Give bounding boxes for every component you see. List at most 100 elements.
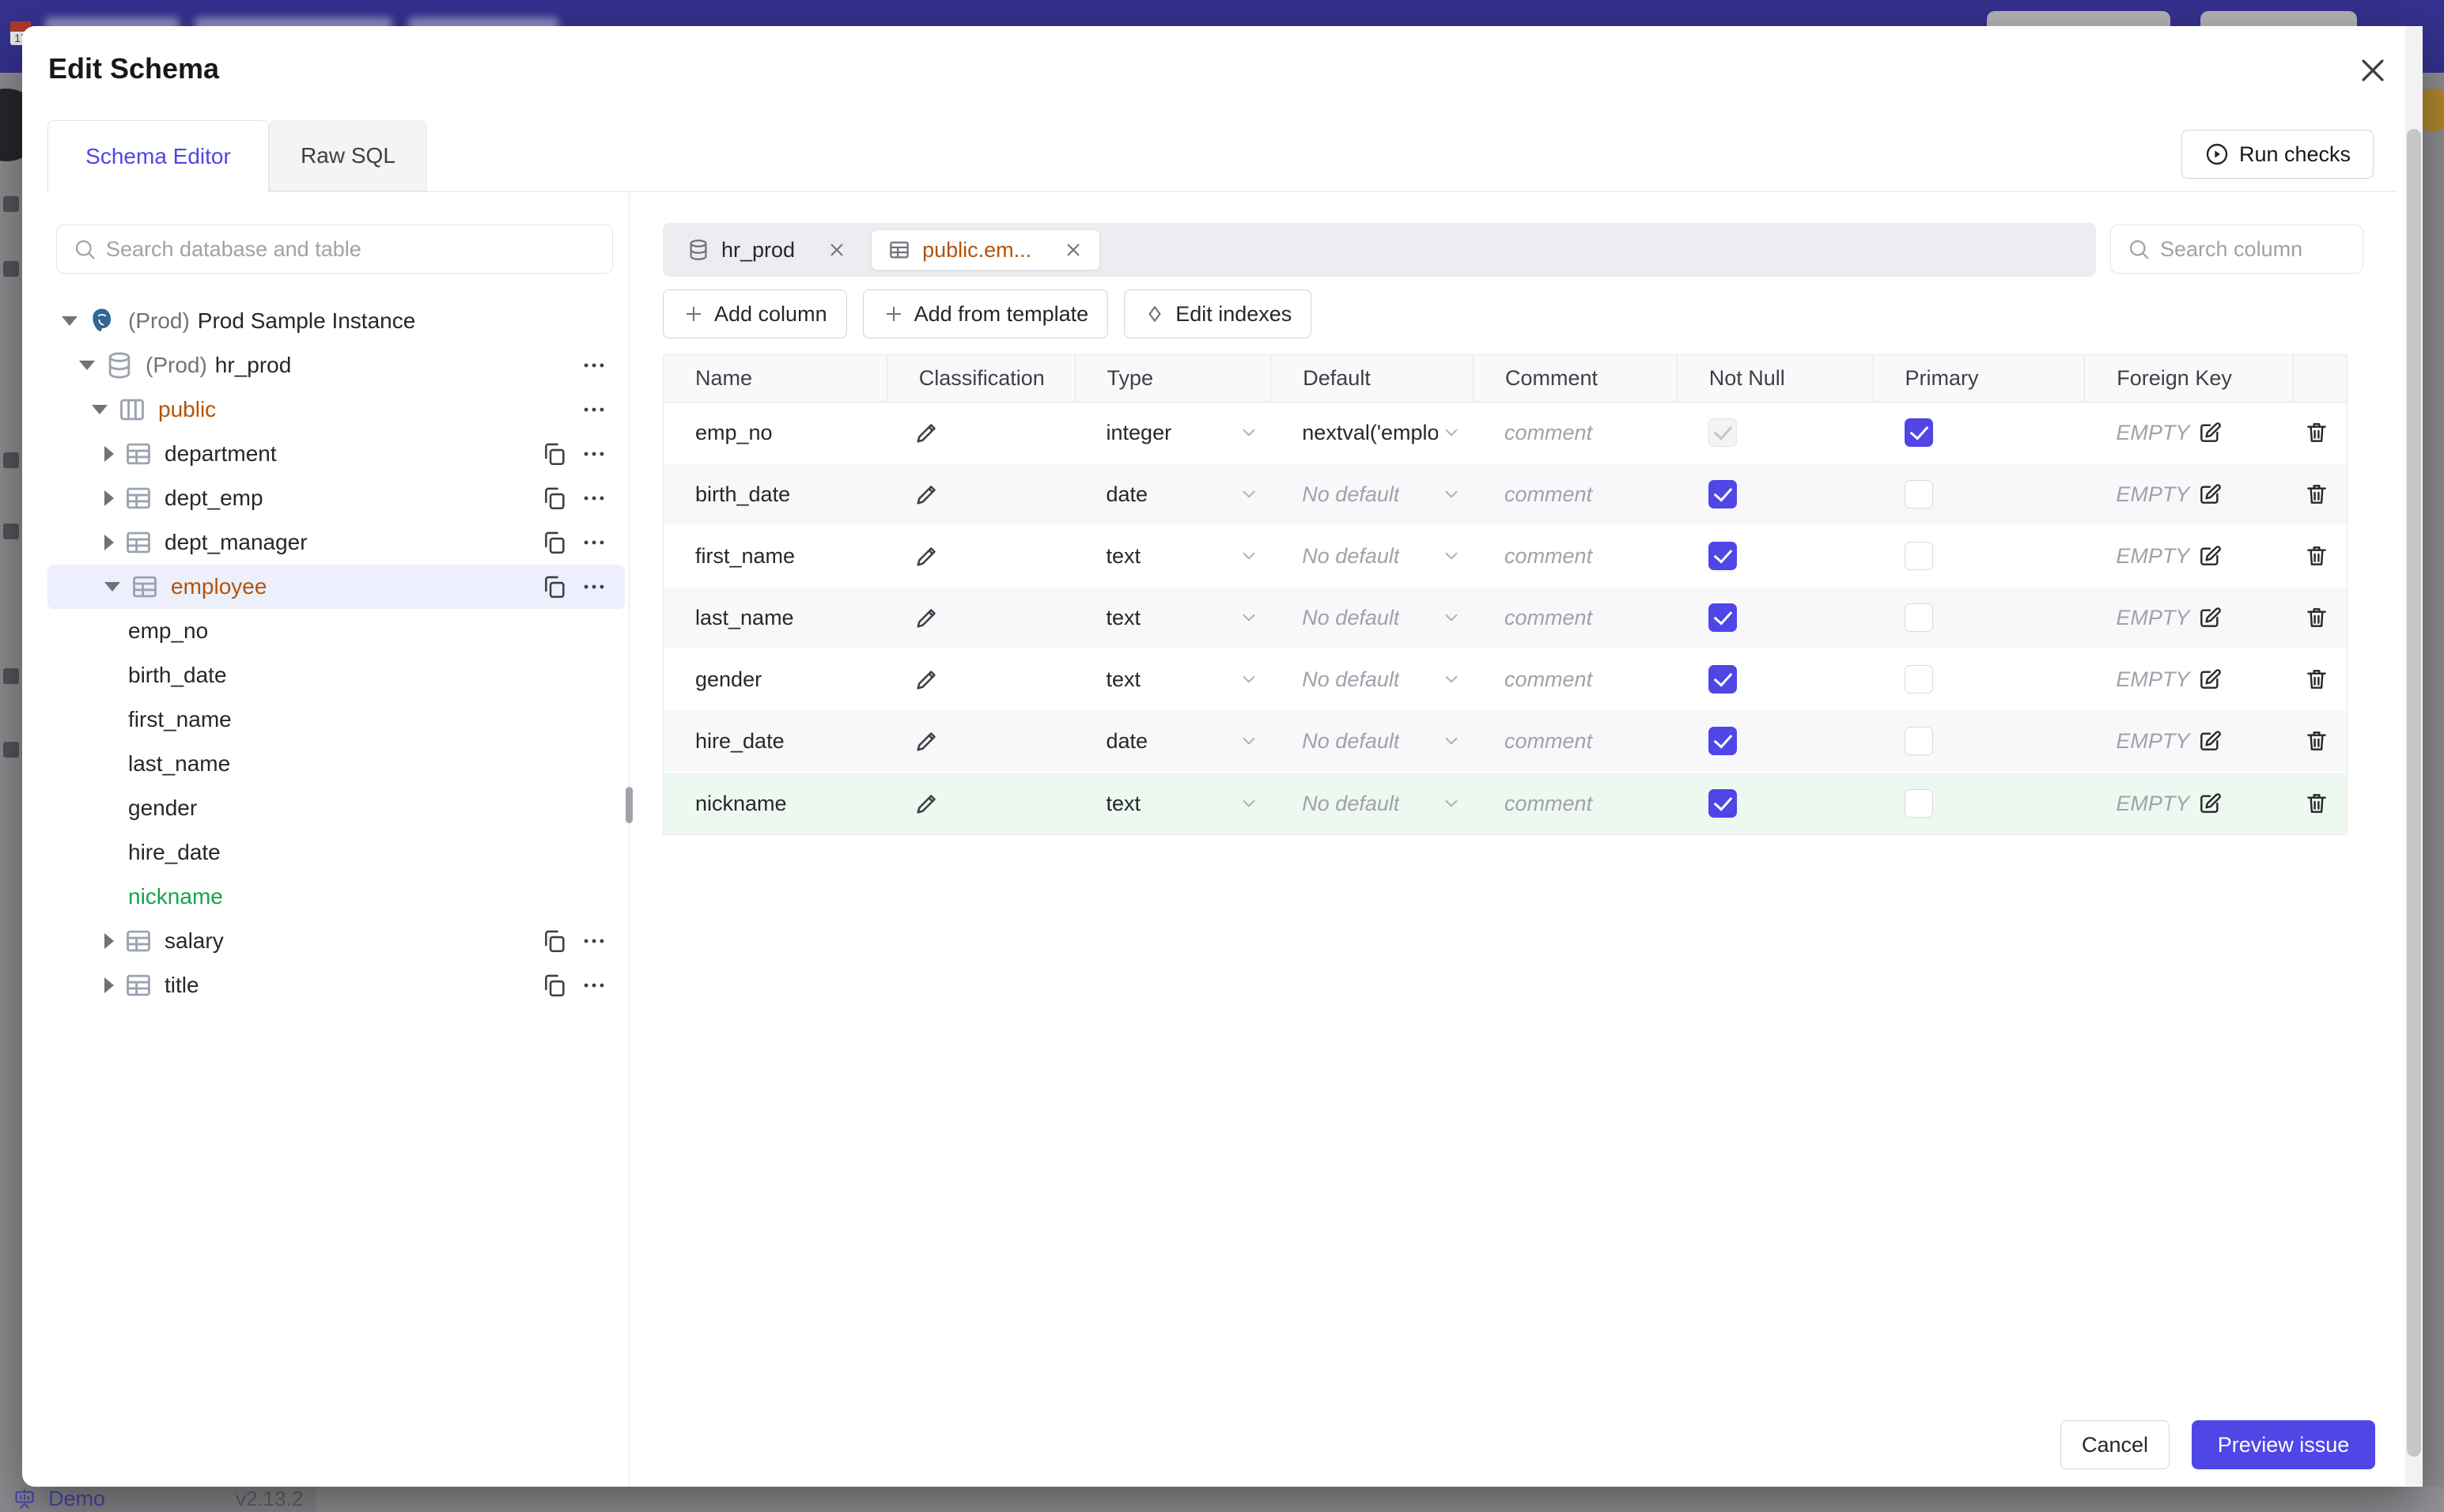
default-select[interactable]: No default [1270, 649, 1473, 709]
run-checks-button[interactable]: Run checks [2181, 130, 2374, 179]
comment-input[interactable]: comment [1473, 588, 1677, 648]
not-null-checkbox[interactable] [1708, 542, 1737, 570]
close-tab-icon[interactable] [827, 240, 847, 260]
more-options-icon[interactable] [581, 529, 607, 556]
close-icon[interactable] [2355, 53, 2390, 88]
tree-item-Prod Sample Instance[interactable]: (Prod) Prod Sample Instance [47, 299, 625, 343]
tree-item-department[interactable]: department [47, 432, 625, 476]
edit-foreign-key-icon[interactable] [2197, 420, 2223, 445]
edit-indexes-button[interactable]: Edit indexes [1124, 289, 1312, 338]
database-search-input[interactable] [106, 225, 604, 273]
default-select[interactable]: No default [1270, 773, 1473, 834]
column-name-cell[interactable]: birth_date [664, 464, 887, 524]
not-null-checkbox[interactable] [1708, 603, 1737, 632]
copy-icon[interactable] [541, 573, 568, 600]
tree-item-first_name[interactable]: first_name [47, 697, 625, 742]
more-options-icon[interactable] [581, 573, 607, 600]
close-tab-icon[interactable] [1063, 240, 1084, 260]
type-select[interactable]: text [1075, 526, 1271, 586]
panel-resize-handle[interactable] [626, 787, 633, 823]
default-select[interactable]: No default [1270, 588, 1473, 648]
tab-chip-hr-prod[interactable]: hr_prod [671, 229, 863, 270]
delete-column-icon[interactable] [2304, 728, 2329, 754]
column-name-cell[interactable]: nickname [664, 773, 887, 834]
type-select[interactable]: text [1075, 588, 1271, 648]
primary-checkbox[interactable] [1904, 542, 1933, 570]
primary-checkbox[interactable] [1904, 603, 1933, 632]
column-name-cell[interactable]: last_name [664, 588, 887, 648]
caret-down-icon[interactable] [79, 361, 95, 370]
tree-item-emp_no[interactable]: emp_no [47, 609, 625, 653]
edit-foreign-key-icon[interactable] [2197, 791, 2223, 816]
edit-foreign-key-icon[interactable] [2197, 482, 2223, 507]
copy-icon[interactable] [541, 928, 568, 954]
tree-item-salary[interactable]: salary [47, 919, 625, 963]
caret-down-icon[interactable] [92, 405, 108, 414]
comment-input[interactable]: comment [1473, 711, 1677, 771]
type-select[interactable]: text [1075, 649, 1271, 709]
type-select[interactable]: integer [1075, 403, 1271, 463]
tree-item-last_name[interactable]: last_name [47, 742, 625, 786]
edit-foreign-key-icon[interactable] [2197, 543, 2223, 569]
delete-column-icon[interactable] [2304, 543, 2329, 569]
not-null-checkbox[interactable] [1708, 789, 1737, 818]
edit-classification-icon[interactable] [914, 728, 940, 754]
tree-item-birth_date[interactable]: birth_date [47, 653, 625, 697]
type-select[interactable]: date [1075, 711, 1271, 771]
primary-checkbox[interactable] [1904, 418, 1933, 447]
tab-raw-sql[interactable]: Raw SQL [269, 120, 427, 191]
primary-checkbox[interactable] [1904, 727, 1933, 755]
copy-icon[interactable] [541, 529, 568, 556]
delete-column-icon[interactable] [2304, 667, 2329, 692]
delete-column-icon[interactable] [2304, 791, 2329, 816]
comment-input[interactable]: comment [1473, 403, 1677, 463]
primary-checkbox[interactable] [1904, 665, 1933, 694]
tree-item-dept_manager[interactable]: dept_manager [47, 520, 625, 565]
more-options-icon[interactable] [581, 928, 607, 954]
column-name-cell[interactable]: gender [664, 649, 887, 709]
comment-input[interactable]: comment [1473, 464, 1677, 524]
default-select[interactable]: No default [1270, 464, 1473, 524]
caret-down-icon[interactable] [104, 582, 120, 592]
comment-input[interactable]: comment [1473, 649, 1677, 709]
not-null-checkbox[interactable] [1708, 665, 1737, 694]
more-options-icon[interactable] [581, 440, 607, 467]
caret-down-icon[interactable] [62, 316, 78, 326]
caret-right-icon[interactable] [104, 446, 114, 462]
caret-right-icon[interactable] [104, 933, 114, 949]
edit-foreign-key-icon[interactable] [2197, 605, 2223, 630]
default-select[interactable]: nextval('employ [1270, 403, 1473, 463]
tree-item-gender[interactable]: gender [47, 786, 625, 830]
tree-item-hr_prod[interactable]: (Prod) hr_prod [47, 343, 625, 387]
edit-classification-icon[interactable] [914, 604, 940, 631]
default-select[interactable]: No default [1270, 526, 1473, 586]
add-from-template-button[interactable]: Add from template [862, 289, 1109, 338]
tab-schema-editor[interactable]: Schema Editor [47, 120, 269, 192]
tree-item-dept_emp[interactable]: dept_emp [47, 476, 625, 520]
page-scrollbar[interactable] [2405, 26, 2423, 1487]
more-options-icon[interactable] [581, 396, 607, 423]
preview-issue-button[interactable]: Preview issue [2192, 1420, 2375, 1469]
delete-column-icon[interactable] [2304, 605, 2329, 630]
default-select[interactable]: No default [1270, 711, 1473, 771]
more-options-icon[interactable] [581, 972, 607, 999]
primary-checkbox[interactable] [1904, 789, 1933, 818]
type-select[interactable]: date [1075, 464, 1271, 524]
copy-icon[interactable] [541, 485, 568, 512]
caret-right-icon[interactable] [104, 535, 114, 550]
tree-item-hire_date[interactable]: hire_date [47, 830, 625, 875]
delete-column-icon[interactable] [2304, 420, 2329, 445]
type-select[interactable]: text [1075, 773, 1271, 834]
column-name-cell[interactable]: first_name [664, 526, 887, 586]
delete-column-icon[interactable] [2304, 482, 2329, 507]
more-options-icon[interactable] [581, 485, 607, 512]
comment-input[interactable]: comment [1473, 773, 1677, 834]
edit-classification-icon[interactable] [914, 481, 940, 508]
column-name-cell[interactable]: hire_date [664, 711, 887, 771]
tree-item-nickname[interactable]: nickname [47, 875, 625, 919]
tree-item-public[interactable]: public [47, 387, 625, 432]
primary-checkbox[interactable] [1904, 480, 1933, 508]
page-scrollbar-thumb[interactable] [2407, 129, 2421, 1457]
cancel-button[interactable]: Cancel [2060, 1420, 2170, 1469]
edit-classification-icon[interactable] [914, 542, 940, 569]
